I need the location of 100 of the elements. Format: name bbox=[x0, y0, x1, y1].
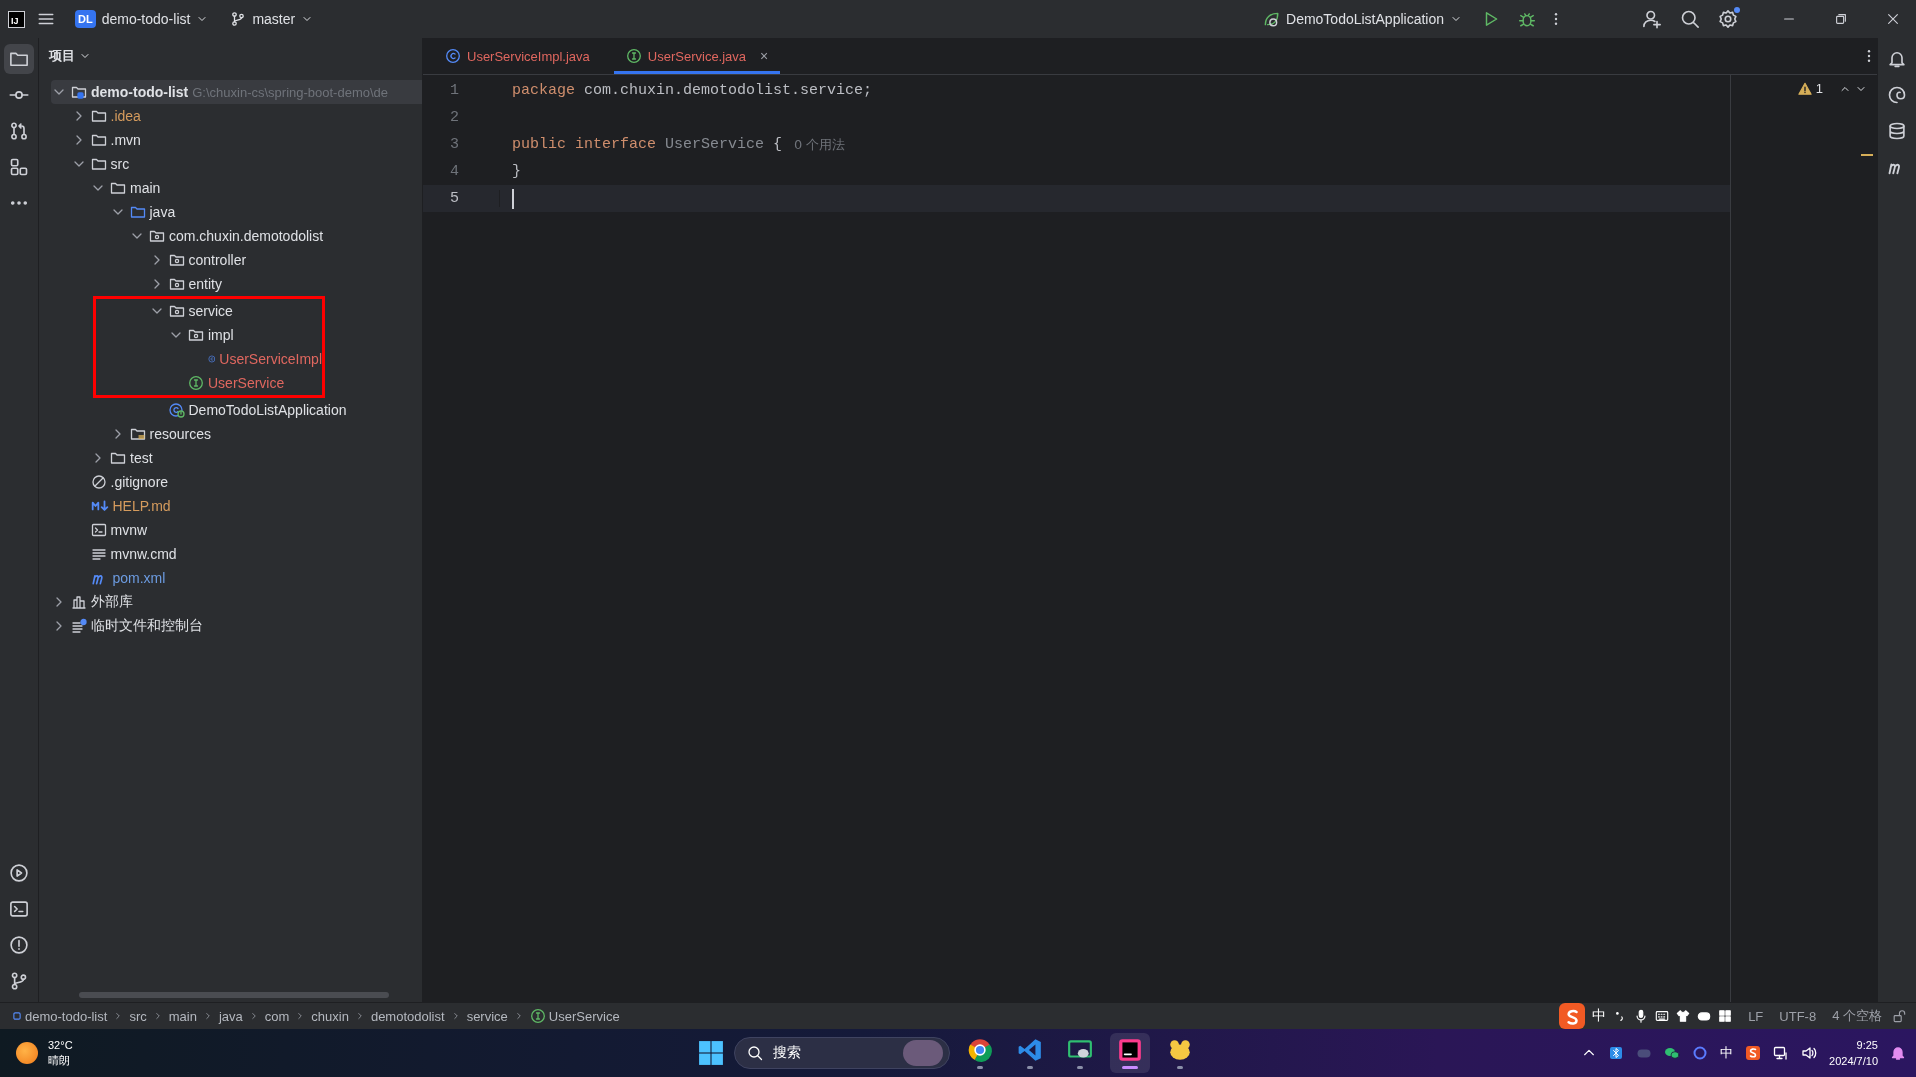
chat-icon[interactable] bbox=[1664, 1045, 1681, 1061]
tree-item[interactable]: main bbox=[130, 180, 161, 196]
weather-condition[interactable]: 晴朗 bbox=[48, 1053, 73, 1068]
intellij-icon[interactable] bbox=[1117, 1037, 1144, 1063]
warning-marker[interactable] bbox=[1861, 154, 1873, 156]
close-icon bbox=[1886, 12, 1900, 26]
text-caret bbox=[512, 188, 514, 209]
interface-icon bbox=[188, 375, 204, 391]
bluetooth-icon[interactable] bbox=[1608, 1045, 1625, 1061]
ime-mode[interactable]: 中 bbox=[1592, 1007, 1607, 1025]
folder-icon bbox=[129, 204, 146, 220]
breadcrumb[interactable]: demo-todo-list bbox=[10, 1008, 110, 1024]
chrome-icon[interactable] bbox=[967, 1037, 994, 1063]
windows-start-icon[interactable] bbox=[698, 1040, 725, 1066]
editor-tab[interactable]: UserService.java × bbox=[613, 38, 781, 74]
clock-time[interactable]: 9:25 bbox=[1856, 1037, 1878, 1053]
module-folder-icon bbox=[71, 84, 87, 100]
gamepad-icon[interactable] bbox=[1697, 1009, 1712, 1023]
breadcrumb[interactable]: src bbox=[127, 1008, 149, 1024]
tree-item[interactable]: resources bbox=[149, 426, 211, 442]
folder-icon bbox=[90, 132, 107, 148]
clock-date[interactable]: 2024/7/10 bbox=[1829, 1053, 1878, 1069]
breadcrumb[interactable]: com bbox=[262, 1008, 292, 1024]
editor-tab[interactable]: UserServiceImpl.java bbox=[433, 38, 602, 74]
line-number: 2 bbox=[423, 109, 500, 126]
code-token: UserService bbox=[664, 136, 765, 153]
usage-hint: 0 个用法 bbox=[794, 135, 846, 154]
project-path: G:\chuxin-cs\spring-boot-demo\de bbox=[192, 84, 389, 100]
line-separator[interactable]: LF bbox=[1742, 1008, 1770, 1024]
gear-icon bbox=[1718, 9, 1738, 29]
notification-bell-icon[interactable] bbox=[1890, 1045, 1906, 1061]
spring-class-icon bbox=[168, 402, 185, 418]
tree-item[interactable]: 临时文件和控制台 bbox=[91, 617, 203, 635]
weather-sun-icon[interactable] bbox=[16, 1042, 38, 1064]
line-number: 3 bbox=[423, 136, 500, 153]
tree-item[interactable]: UserServiceImpl bbox=[219, 351, 322, 367]
run-configuration[interactable]: DemoTodoListApplication bbox=[1254, 6, 1470, 32]
breadcrumb[interactable]: UserService bbox=[527, 1008, 622, 1024]
code-editor-icon[interactable] bbox=[1017, 1037, 1044, 1063]
tree-item[interactable]: impl bbox=[208, 327, 234, 343]
taskbar-app[interactable] bbox=[1110, 1033, 1151, 1073]
breadcrumb[interactable]: chuxin bbox=[309, 1008, 351, 1024]
code-token: { bbox=[772, 136, 783, 153]
keyboard-icon[interactable] bbox=[1655, 1009, 1670, 1023]
library-icon bbox=[71, 594, 87, 610]
breadcrumb[interactable]: demotodolist bbox=[368, 1008, 447, 1024]
input-language[interactable]: 中 bbox=[1720, 1044, 1734, 1062]
microphone-icon[interactable] bbox=[1634, 1009, 1649, 1023]
code-token: public interface bbox=[512, 136, 657, 153]
ring-icon[interactable] bbox=[1692, 1045, 1709, 1061]
tree-item[interactable]: pom.xml bbox=[112, 570, 166, 586]
vertical-dots-icon bbox=[1554, 12, 1558, 26]
breadcrumb[interactable]: main bbox=[166, 1008, 199, 1024]
tree-item[interactable]: demo-todo-list bbox=[91, 84, 189, 100]
tree-item[interactable]: service bbox=[188, 303, 233, 319]
tree-item[interactable]: mvnw bbox=[110, 522, 148, 538]
indent-setting[interactable]: 4 个空格 bbox=[1826, 1007, 1888, 1025]
breadcrumb[interactable]: java bbox=[216, 1008, 245, 1024]
network-icon[interactable] bbox=[1773, 1045, 1790, 1061]
tree-item[interactable]: test bbox=[130, 450, 153, 466]
tree-item[interactable]: DemoTodoListApplication bbox=[188, 402, 347, 418]
horizontal-scrollbar[interactable] bbox=[79, 992, 389, 998]
interface-icon bbox=[625, 48, 642, 64]
vertical-dots-icon bbox=[1867, 49, 1871, 63]
text-file-icon bbox=[90, 546, 107, 562]
line-number: 4 bbox=[423, 163, 500, 180]
volume-icon[interactable] bbox=[1801, 1045, 1818, 1061]
tree-item[interactable]: .gitignore bbox=[110, 474, 169, 490]
tree-item[interactable]: HELP.md bbox=[112, 498, 171, 514]
tree-item[interactable]: 外部库 bbox=[91, 593, 133, 611]
grid-icon[interactable] bbox=[1718, 1009, 1733, 1023]
tree-item[interactable]: controller bbox=[188, 252, 247, 268]
tree-item[interactable]: UserService bbox=[208, 375, 285, 391]
tree-item[interactable]: .idea bbox=[110, 108, 141, 124]
ime-logo-icon[interactable] bbox=[1745, 1045, 1762, 1061]
file-encoding[interactable]: UTF-8 bbox=[1773, 1008, 1823, 1024]
tree-item[interactable]: mvnw.cmd bbox=[110, 546, 177, 562]
warning-count[interactable]: 1 bbox=[1815, 81, 1823, 96]
tree-item[interactable]: .mvn bbox=[110, 132, 141, 148]
bug-icon bbox=[1518, 10, 1536, 28]
temperature[interactable]: 32°C bbox=[48, 1038, 73, 1053]
project-view-selector[interactable]: 项目 bbox=[49, 47, 91, 65]
shirt-icon[interactable] bbox=[1676, 1009, 1691, 1023]
code-token: package bbox=[512, 82, 575, 99]
tree-item[interactable]: src bbox=[110, 156, 130, 172]
image-placeholder bbox=[903, 1040, 944, 1066]
branch-switcher[interactable]: master bbox=[222, 7, 322, 31]
tree-item[interactable]: java bbox=[149, 204, 176, 220]
unlocked-icon[interactable] bbox=[1892, 1009, 1906, 1023]
code-token: } bbox=[512, 163, 521, 180]
restore-icon bbox=[1834, 12, 1848, 26]
tree-item[interactable]: entity bbox=[188, 276, 222, 292]
project-switcher[interactable]: DL demo-todo-list bbox=[67, 6, 217, 32]
person-plus-icon bbox=[1642, 9, 1662, 29]
tree-item[interactable]: com.chuxin.demotodolist bbox=[169, 228, 324, 244]
taskbar-search-field[interactable]: 搜索 bbox=[734, 1037, 951, 1069]
search-icon bbox=[747, 1045, 764, 1061]
breadcrumb[interactable]: service bbox=[464, 1008, 510, 1024]
ignore-icon bbox=[90, 474, 107, 490]
scratches-icon bbox=[71, 618, 87, 634]
